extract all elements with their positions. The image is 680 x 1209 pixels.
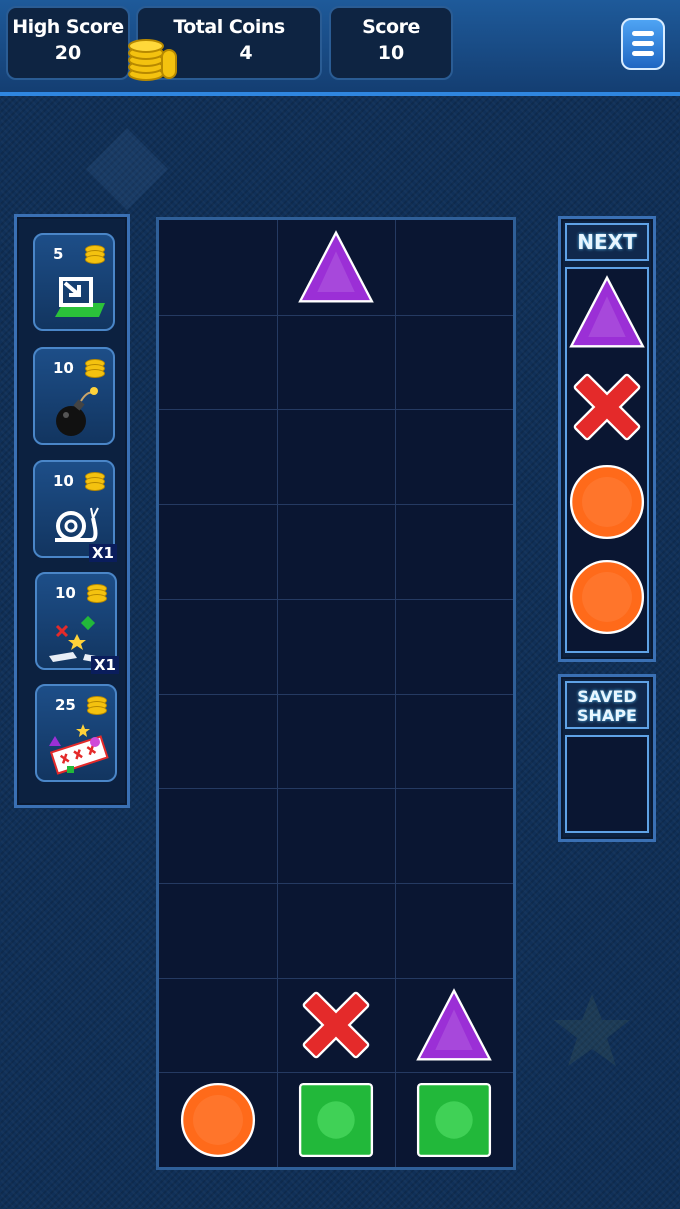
coin-stack-icon — [128, 39, 177, 81]
coin-icon — [85, 696, 107, 715]
menu-button[interactable] — [621, 18, 665, 70]
board-piece-triangle — [415, 986, 493, 1068]
powerup-cost: 10 — [53, 472, 74, 490]
powerup-shatter-button[interactable]: 10 X1 — [35, 572, 119, 674]
next-piece-triangle — [568, 273, 646, 355]
high-score-label: High Score — [12, 16, 124, 38]
powerups-panel: 5 10 10 X1 10 X1 25 — [14, 214, 130, 808]
score-label: Score — [362, 16, 420, 38]
saved-shape-title-line1: SAVED — [577, 687, 637, 706]
grid-line — [159, 693, 513, 695]
powerup-count-badge: X1 — [88, 544, 117, 562]
powerup-cost: 5 — [53, 245, 64, 263]
saved-shape-panel[interactable]: SAVED SHAPE — [558, 674, 656, 842]
score-box: Score 10 — [329, 6, 453, 80]
shuffle-board-icon — [49, 724, 109, 775]
grid-line — [159, 977, 513, 979]
coin-icon — [83, 245, 105, 264]
powerup-cost: 25 — [55, 696, 76, 714]
bomb-icon — [56, 387, 98, 436]
next-piece-circle — [568, 463, 646, 545]
board-piece-circle — [179, 1081, 257, 1163]
score-value: 10 — [377, 42, 405, 64]
high-score-value: 20 — [54, 42, 82, 64]
board-piece-x — [297, 986, 375, 1068]
background-diamond-decoration — [85, 127, 169, 211]
next-title: NEXT — [565, 223, 649, 261]
saved-shape-title-line2: SHAPE — [577, 706, 637, 725]
coin-icon — [83, 359, 105, 378]
saved-shape-slot[interactable] — [565, 735, 649, 833]
next-queue — [565, 267, 649, 653]
grid-line — [159, 788, 513, 790]
powerup-bomb-button[interactable]: 10 — [33, 347, 115, 445]
total-coins-label: Total Coins — [173, 16, 285, 38]
high-score-box: High Score 20 — [6, 6, 130, 80]
powerup-shuffle-board-button[interactable]: 25 — [35, 684, 117, 782]
powerup-cost: 10 — [55, 584, 76, 602]
hamburger-icon-bar — [632, 41, 654, 46]
grid-line — [159, 409, 513, 411]
top-bar: High Score 20 Total Coins 4 Score 10 — [0, 0, 680, 96]
next-piece-x — [568, 368, 646, 450]
board-piece-square — [297, 1081, 375, 1163]
snail-icon — [55, 507, 99, 542]
powerup-cost: 10 — [53, 359, 74, 377]
board-piece-square — [415, 1081, 493, 1163]
drop-shape-icon — [55, 277, 105, 317]
next-panel: NEXT — [558, 216, 656, 662]
coin-icon — [85, 584, 107, 603]
grid-line — [159, 314, 513, 316]
saved-shape-title: SAVED SHAPE — [565, 681, 649, 729]
grid-line — [159, 598, 513, 600]
game-board[interactable] — [156, 217, 516, 1170]
hamburger-icon — [632, 31, 654, 36]
grid-line — [159, 504, 513, 506]
hamburger-icon-bar — [632, 51, 654, 56]
powerup-slow-snail-button[interactable]: 10 X1 — [33, 460, 117, 562]
powerup-count-badge: X1 — [90, 656, 119, 674]
grid-line — [159, 882, 513, 884]
next-piece-circle — [568, 558, 646, 640]
background-star-decoration — [554, 994, 630, 1066]
coin-icon — [83, 472, 105, 491]
falling-piece-triangle — [297, 228, 375, 310]
grid-line — [159, 1072, 513, 1074]
powerup-drop-shape-button[interactable]: 5 — [33, 233, 115, 331]
